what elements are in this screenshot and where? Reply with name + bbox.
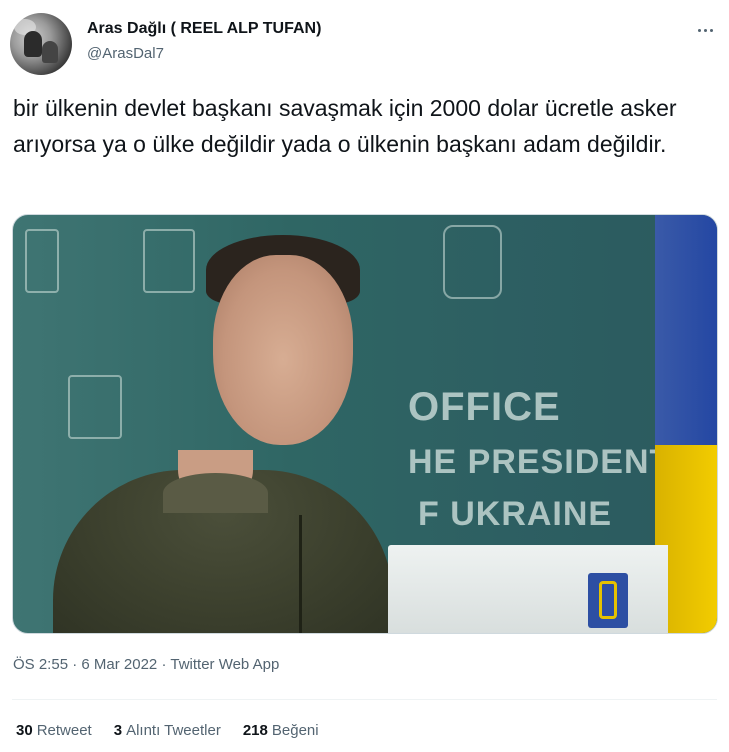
author-name[interactable]: Aras Dağlı ( REEL ALP TUFAN) (87, 20, 321, 38)
divider (12, 699, 717, 700)
quote-count: 3 (113, 722, 123, 739)
engagement-stats: 30 Retweet 3 Alıntı Tweetler 218 Beğeni (16, 722, 319, 739)
emblem-icon (143, 229, 195, 293)
quote-label: Alıntı Tweetler (126, 722, 221, 739)
background-text: F UKRAINE (418, 495, 613, 533)
tweet-time[interactable]: ÖS 2:55 (13, 656, 68, 673)
separator: · (72, 656, 78, 673)
jacket-zipper (299, 515, 302, 633)
tweet-image[interactable]: OFFICE HE PRESIDENT F UKRAINE (12, 214, 718, 634)
tweet-card: Aras Dağlı ( REEL ALP TUFAN) @ArasDal7 b… (0, 0, 729, 752)
like-count: 218 (242, 722, 268, 739)
background-text: HE PRESIDENT (408, 443, 672, 481)
person-face (213, 255, 353, 445)
like-stat[interactable]: 218 Beğeni (243, 722, 319, 739)
emblem-icon (25, 229, 59, 293)
more-options-icon[interactable] (693, 20, 717, 40)
trident-emblem-icon (588, 573, 628, 628)
tweet-metadata: ÖS 2:55 · 6 Mar 2022 · Twitter Web App (13, 656, 279, 673)
background-text: OFFICE (408, 385, 561, 429)
person-collar (163, 473, 268, 513)
emblem-icon (443, 225, 502, 299)
like-label: Beğeni (271, 722, 319, 739)
author-handle[interactable]: @ArasDal7 (87, 45, 164, 62)
quote-stat[interactable]: 3 Alıntı Tweetler (114, 722, 221, 739)
tweet-date[interactable]: 6 Mar 2022 (81, 656, 157, 673)
retweet-count: 30 (16, 722, 33, 739)
tweet-source[interactable]: Twitter Web App (170, 656, 279, 673)
avatar-figure (24, 31, 42, 57)
retweet-label: Retweet (36, 722, 92, 739)
separator: · (161, 656, 167, 673)
retweet-stat[interactable]: 30 Retweet (16, 722, 92, 739)
avatar-figure (42, 41, 58, 63)
emblem-icon (68, 375, 122, 439)
avatar[interactable] (10, 13, 72, 75)
flag-blue-stripe (655, 215, 717, 445)
tweet-text: bir ülkenin devlet başkanı savaşmak için… (13, 95, 677, 157)
